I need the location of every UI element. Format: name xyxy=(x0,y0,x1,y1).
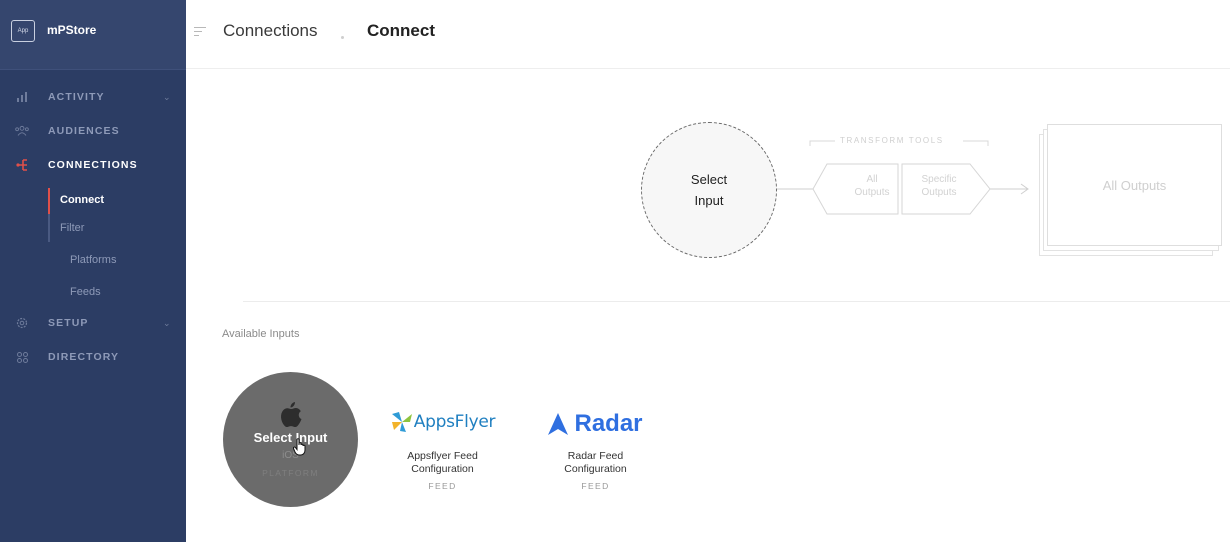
available-inputs-heading: Available Inputs xyxy=(222,328,300,340)
sidebar-item-label: CONNECTIONS xyxy=(48,159,138,171)
radar-logo: Radar xyxy=(528,410,663,438)
hand-cursor-icon xyxy=(293,438,306,456)
radar-title-line1: Radar Feed xyxy=(567,450,624,462)
radar-card-title: Radar Feed Configuration xyxy=(528,450,663,476)
sub-nav-rail xyxy=(48,214,50,242)
transform-tools-label: TRANSFORM TOOLS xyxy=(840,136,944,145)
sidebar-subitem-feeds[interactable]: Feeds xyxy=(70,281,101,303)
app-name[interactable]: mPStore xyxy=(47,23,96,37)
appsflyer-icon xyxy=(391,412,412,432)
sidebar-subitem-platforms[interactable]: Platforms xyxy=(70,249,116,271)
appsflyer-title-line2: Configuration xyxy=(411,463,474,475)
input-card-ios[interactable]: iOS PLATFORM Select Input xyxy=(223,372,358,507)
sidebar-item-label: SETUP xyxy=(48,317,89,329)
menu-icon[interactable] xyxy=(194,27,206,39)
people-icon xyxy=(14,124,30,138)
input-card-radar[interactable]: Radar Radar Feed Configuration FEED xyxy=(528,372,663,507)
ios-input-type: PLATFORM xyxy=(262,468,319,478)
select-input-target[interactable]: Select Input xyxy=(641,122,777,258)
sidebar-item-directory[interactable]: DIRECTORY xyxy=(0,345,186,369)
appsflyer-card-title: Appsflyer Feed Configuration xyxy=(375,450,510,476)
chevron-down-icon[interactable]: ⌄ xyxy=(163,92,171,103)
tool-all-outputs-line2: Outputs xyxy=(854,187,890,198)
active-indicator xyxy=(48,188,50,214)
radar-icon xyxy=(548,413,569,435)
connections-icon xyxy=(14,158,30,172)
bar-chart-icon xyxy=(14,90,30,104)
tool-specific-outputs-line1: Specific xyxy=(921,174,957,185)
select-input-hover-label: Select Input xyxy=(253,430,328,445)
section-divider xyxy=(243,301,1230,302)
sidebar-subitem-connect[interactable]: Connect xyxy=(60,189,104,211)
sidebar-item-label: ACTIVITY xyxy=(48,91,105,103)
sidebar-item-label: AUDIENCES xyxy=(48,125,120,137)
chevron-down-icon[interactable]: ⌄ xyxy=(163,318,171,329)
sidebar-subitem-filter[interactable]: Filter xyxy=(60,217,84,239)
appsflyer-card-type: FEED xyxy=(428,481,457,491)
page-title: Connect xyxy=(367,21,435,40)
tool-specific-outputs[interactable]: Specific Outputs xyxy=(908,145,970,199)
appsflyer-wordmark: AppsFlyer xyxy=(413,412,496,432)
select-input-label-line2: Input xyxy=(694,193,724,208)
app-logo[interactable]: App xyxy=(11,20,35,42)
sidebar-item-label: DIRECTORY xyxy=(48,351,120,363)
breadcrumb-connections[interactable]: Connections xyxy=(223,21,318,41)
ios-input-name: iOS xyxy=(282,450,299,461)
radar-title-line2: Configuration xyxy=(564,463,627,475)
radar-card-type: FEED xyxy=(581,481,610,491)
page-header: Connections Connect xyxy=(186,0,1230,69)
radar-wordmark: Radar xyxy=(574,410,643,437)
tool-all-outputs[interactable]: All Outputs xyxy=(844,145,900,199)
grid-icon xyxy=(14,350,30,364)
gear-icon xyxy=(14,316,30,330)
sidebar-item-setup[interactable]: SETUP ⌄ xyxy=(0,311,186,335)
select-input-label-line1: Select xyxy=(690,172,728,187)
input-card-appsflyer[interactable]: AppsFlyer Appsflyer Feed Configuration F… xyxy=(375,372,510,507)
breadcrumb-separator xyxy=(341,36,344,39)
sidebar-item-connections[interactable]: CONNECTIONS xyxy=(0,153,186,177)
sidebar-item-audiences[interactable]: AUDIENCES xyxy=(0,119,186,143)
all-outputs-card[interactable]: All Outputs xyxy=(1047,124,1222,246)
sidebar: App mPStore ACTIVITY ⌄ AUDIENCES CONNECT… xyxy=(0,0,186,542)
app-header: App mPStore xyxy=(0,0,186,70)
appsflyer-title-line1: Appsflyer Feed xyxy=(407,450,478,462)
sidebar-item-activity[interactable]: ACTIVITY ⌄ xyxy=(0,85,186,109)
tool-all-outputs-line1: All xyxy=(866,174,878,185)
appsflyer-logo: AppsFlyer xyxy=(375,410,510,434)
tool-specific-outputs-line2: Outputs xyxy=(921,187,957,198)
